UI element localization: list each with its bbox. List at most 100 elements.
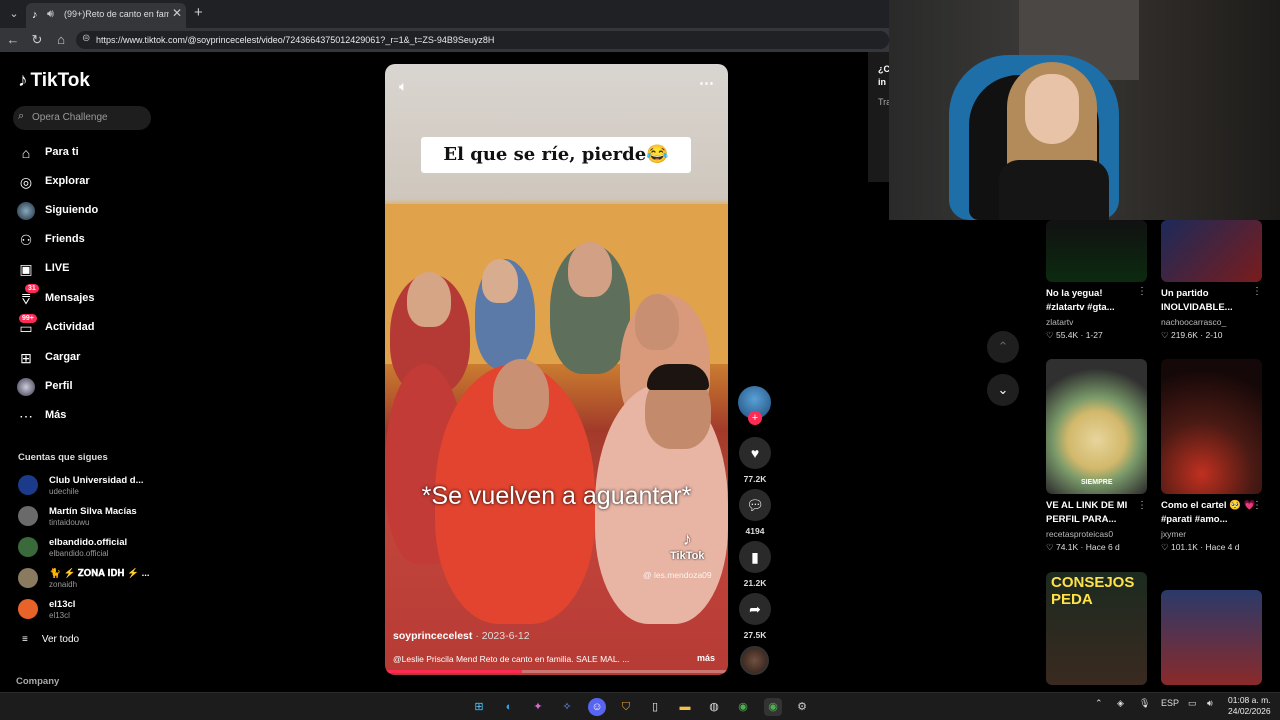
browser-tab[interactable]: ♪ 🔊︎ (99+)Reto de canto en familia ✕: [26, 3, 186, 28]
nav-live[interactable]: ▣ LIVE: [17, 258, 157, 280]
tray-app-icon[interactable]: ◈: [1117, 698, 1124, 709]
feed-card[interactable]: SIEMPRE ⋮ VE AL LINK DE MI PERFIL PARA..…: [1046, 359, 1147, 553]
card-author: jxymer: [1161, 529, 1187, 539]
followed-account[interactable]: Martín Silva Macías tintaidouwu: [18, 503, 158, 529]
document-icon[interactable]: ▯: [646, 698, 664, 716]
see-all-label: Ver todo: [41, 634, 80, 645]
site-info-icon[interactable]: ⊜: [82, 33, 90, 44]
card-thumbnail: [1161, 590, 1262, 685]
followed-account[interactable]: el13cl el13cl: [18, 596, 158, 622]
language-indicator[interactable]: ESP: [1161, 698, 1179, 708]
nav-para-ti[interactable]: ⌂ Para ti: [17, 142, 157, 164]
friends-icon: ⚇: [19, 232, 33, 248]
followed-account[interactable]: elbandido.official elbandido.official: [18, 534, 158, 560]
feed-card[interactable]: [1161, 590, 1262, 685]
video-progress-bar[interactable]: [385, 670, 728, 673]
share-count: 27.5K: [743, 630, 767, 640]
see-all-link[interactable]: ≡ Ver todo: [22, 634, 79, 645]
feed-card[interactable]: CONSEJOS PEDA: [1046, 572, 1147, 685]
share-button[interactable]: ➦ 27.5K: [737, 593, 773, 640]
comment-button[interactable]: 💬︎ 4194: [737, 489, 773, 536]
account-name: elbandido.official: [49, 537, 128, 548]
card-thumbnail: [1161, 220, 1262, 282]
clock[interactable]: 01:08 a. m. 24/02/2026: [1228, 695, 1271, 717]
feed-card[interactable]: ⋮ Un partido INOLVIDABLE... nachoocarras…: [1161, 220, 1262, 341]
video-author[interactable]: soyprincecelest · 2023-6-12: [393, 630, 530, 642]
copilot-icon[interactable]: ✦: [529, 698, 547, 716]
network-icon[interactable]: ▭: [1188, 698, 1197, 709]
card-menu-icon[interactable]: ⋮: [1137, 286, 1147, 297]
video-player[interactable]: 🔈︎ ⋯ El que se ríe, pierde😂 *Se vuelven …: [385, 64, 728, 675]
chrome-active-icon[interactable]: ◉: [764, 698, 782, 716]
followed-account[interactable]: Club Universidad d... udechile: [18, 472, 158, 498]
like-count: 77.2K: [743, 474, 767, 484]
music-disc[interactable]: [740, 646, 769, 675]
next-video-icon[interactable]: ⌄: [987, 374, 1019, 406]
nav-friends[interactable]: ⚇ Friends: [17, 229, 157, 251]
volume-icon[interactable]: 🔊︎: [1207, 698, 1213, 709]
settings-icon[interactable]: ⚙: [793, 698, 811, 716]
card-menu-icon[interactable]: ⋮: [1252, 500, 1262, 511]
reload-icon[interactable]: ↻: [29, 32, 45, 48]
followed-account[interactable]: 🐈 ⚡ 𝐙𝐎𝐍𝐀 𝐈𝐃𝐇 ⚡ ... zonaidh: [18, 565, 158, 591]
video-description: @Leslie Priscila Mend Reto de canto en f…: [393, 654, 630, 664]
search-input[interactable]: ⌕ Opera Challenge: [13, 106, 151, 130]
tiktok-logo[interactable]: ♪ TikTok: [18, 70, 90, 92]
home-icon[interactable]: ⌂: [53, 32, 69, 47]
nav-label: Friends: [45, 233, 85, 245]
feed-card[interactable]: ⋮ No la yegua! #zlatartv #gta... zlatart…: [1046, 220, 1147, 341]
back-icon[interactable]: ←: [5, 32, 21, 47]
following-icon: [17, 202, 35, 220]
url-input[interactable]: ⊜ https://www.tiktok.com/@soyprinceceles…: [76, 31, 889, 49]
nav-cargar[interactable]: ⊞ Cargar: [17, 347, 157, 369]
nav-explorar[interactable]: ◎ Explorar: [17, 171, 157, 193]
company-link[interactable]: Company: [16, 676, 59, 687]
save-count: 21.2K: [743, 578, 767, 588]
chrome-icon[interactable]: ◉: [734, 698, 752, 716]
new-tab-button[interactable]: +: [194, 4, 203, 21]
card-menu-icon[interactable]: ⋮: [1137, 500, 1147, 511]
previous-video-icon[interactable]: ⌃: [987, 331, 1019, 363]
folder-icon[interactable]: ▬: [676, 698, 694, 716]
follow-button[interactable]: +: [748, 411, 762, 425]
card-menu-icon[interactable]: ⋮: [1252, 286, 1262, 297]
account-handle: zonaidh: [49, 580, 78, 589]
volume-icon[interactable]: 🔈︎: [399, 78, 407, 95]
logo-text: TikTok: [30, 70, 90, 91]
card-title: Como el cartel 🥺 💗 #parati #amo...: [1161, 500, 1256, 525]
tray-chevron-icon[interactable]: ⌃: [1095, 698, 1103, 709]
watermark-text: TikTok: [670, 550, 705, 562]
more-options-icon[interactable]: ⋯: [699, 74, 715, 92]
card-author: recetasproteicas0: [1046, 529, 1114, 539]
nav-mas[interactable]: ⋯ Más: [17, 405, 157, 427]
clock-time: 01:08 a. m.: [1228, 695, 1271, 705]
url-text: https://www.tiktok.com/@soyprincecelest/…: [96, 35, 495, 45]
microphone-icon[interactable]: 🎙︎: [1139, 698, 1150, 709]
discord-icon[interactable]: ☺: [588, 698, 606, 716]
account-name: el13cl: [49, 599, 76, 610]
more-description-button[interactable]: más: [697, 653, 715, 663]
save-button[interactable]: ▮ 21.2K: [737, 541, 773, 588]
upload-icon: ⊞: [20, 350, 32, 366]
nav-actividad[interactable]: ▭ 99+ Actividad: [17, 314, 157, 339]
card-title: No la yegua! #zlatartv #gta...: [1046, 288, 1115, 313]
account-handle: tintaidouwu: [49, 518, 90, 527]
app-icon[interactable]: ✧: [558, 698, 576, 716]
start-icon[interactable]: ⊞: [470, 698, 488, 716]
like-button[interactable]: ♥ 77.2K: [737, 437, 773, 484]
nav-mensajes[interactable]: ⩢ 31 Mensajes: [17, 284, 157, 310]
shield-icon[interactable]: ⛉: [617, 698, 635, 716]
feed-card[interactable]: ⋮ Como el cartel 🥺 💗 #parati #amo... jxy…: [1161, 359, 1262, 553]
tab-list-dropdown-icon[interactable]: ⌄: [6, 6, 22, 22]
video-figure: [482, 259, 518, 303]
nav-siguiendo[interactable]: Siguiendo: [17, 200, 157, 222]
nav-perfil[interactable]: Perfil: [17, 376, 157, 398]
panel-text: in: [878, 77, 886, 87]
obs-icon[interactable]: ◍: [705, 698, 723, 716]
edge-icon[interactable]: ◐: [500, 698, 518, 716]
tab-close-icon[interactable]: ✕: [172, 6, 182, 20]
video-figure: [568, 242, 612, 297]
tab-audio-icon[interactable]: 🔊︎: [47, 8, 54, 21]
avatar: [18, 506, 38, 526]
tiktok-watermark: ♪ TikTok: [670, 529, 704, 562]
